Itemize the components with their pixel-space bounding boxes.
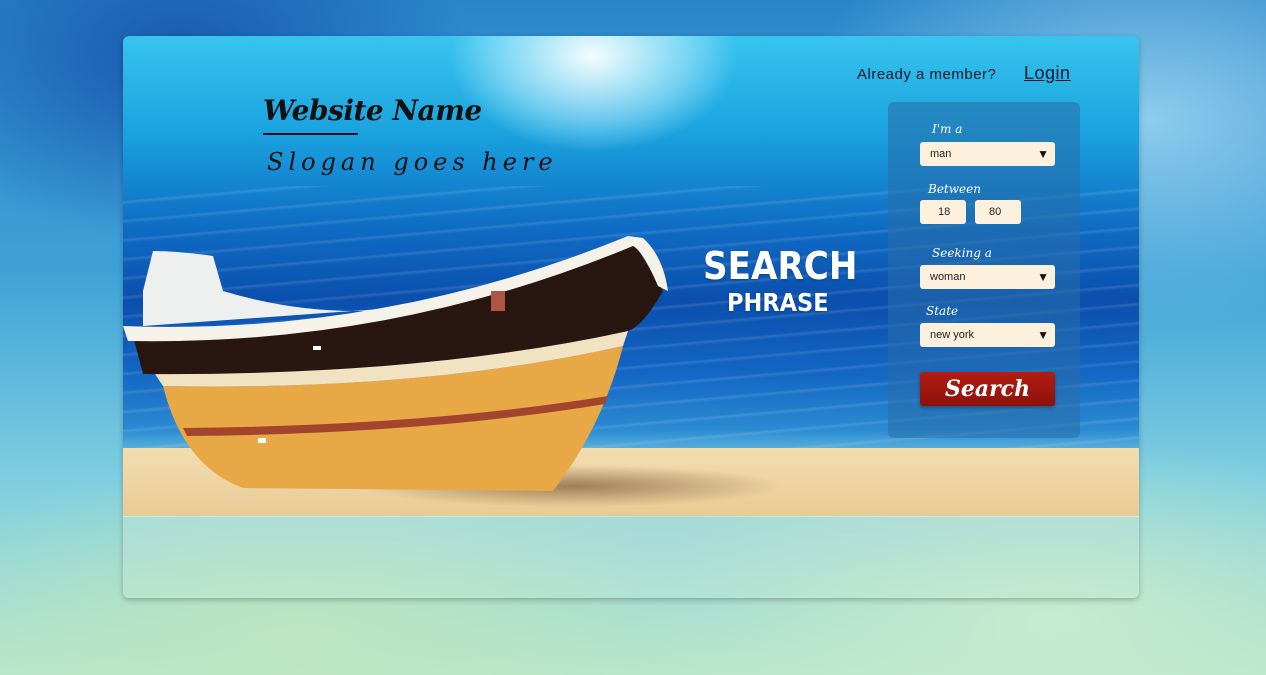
chevron-down-icon: ▼ [1037, 147, 1049, 161]
card-reflection [123, 516, 1139, 598]
boat-illustration [123, 236, 668, 491]
between-label: Between [928, 182, 981, 196]
seeking-label: Seeking a [932, 246, 992, 260]
search-phrase-line2: PHRASE [727, 288, 829, 317]
search-phrase-line1: SEARCH [703, 244, 858, 288]
chevron-down-icon: ▼ [1037, 270, 1049, 284]
age-max-input[interactable]: 80 [975, 200, 1021, 224]
im-a-select[interactable]: man ▼ [920, 142, 1055, 166]
chevron-down-icon: ▼ [1037, 328, 1049, 342]
state-label: State [926, 304, 959, 318]
already-member-text: Already a member? [857, 66, 997, 83]
seeking-select[interactable]: woman ▼ [920, 265, 1055, 289]
state-select[interactable]: new york ▼ [920, 323, 1055, 347]
im-a-value: man [930, 148, 952, 160]
slogan: Slogan goes here [267, 148, 558, 176]
state-value: new york [930, 329, 975, 341]
seeking-value: woman [930, 271, 966, 283]
landing-card: Website Name Slogan goes here Already a … [123, 36, 1139, 598]
im-a-label: I'm a [932, 122, 963, 136]
login-link[interactable]: Login [1024, 63, 1071, 84]
age-min-input[interactable]: 18 [920, 200, 966, 224]
search-panel: I'm a man ▼ Between 18 80 Seeking a woma… [888, 102, 1080, 438]
search-button[interactable]: Search [920, 372, 1055, 406]
site-name: Website Name [263, 94, 482, 127]
site-name-underline [263, 133, 358, 135]
